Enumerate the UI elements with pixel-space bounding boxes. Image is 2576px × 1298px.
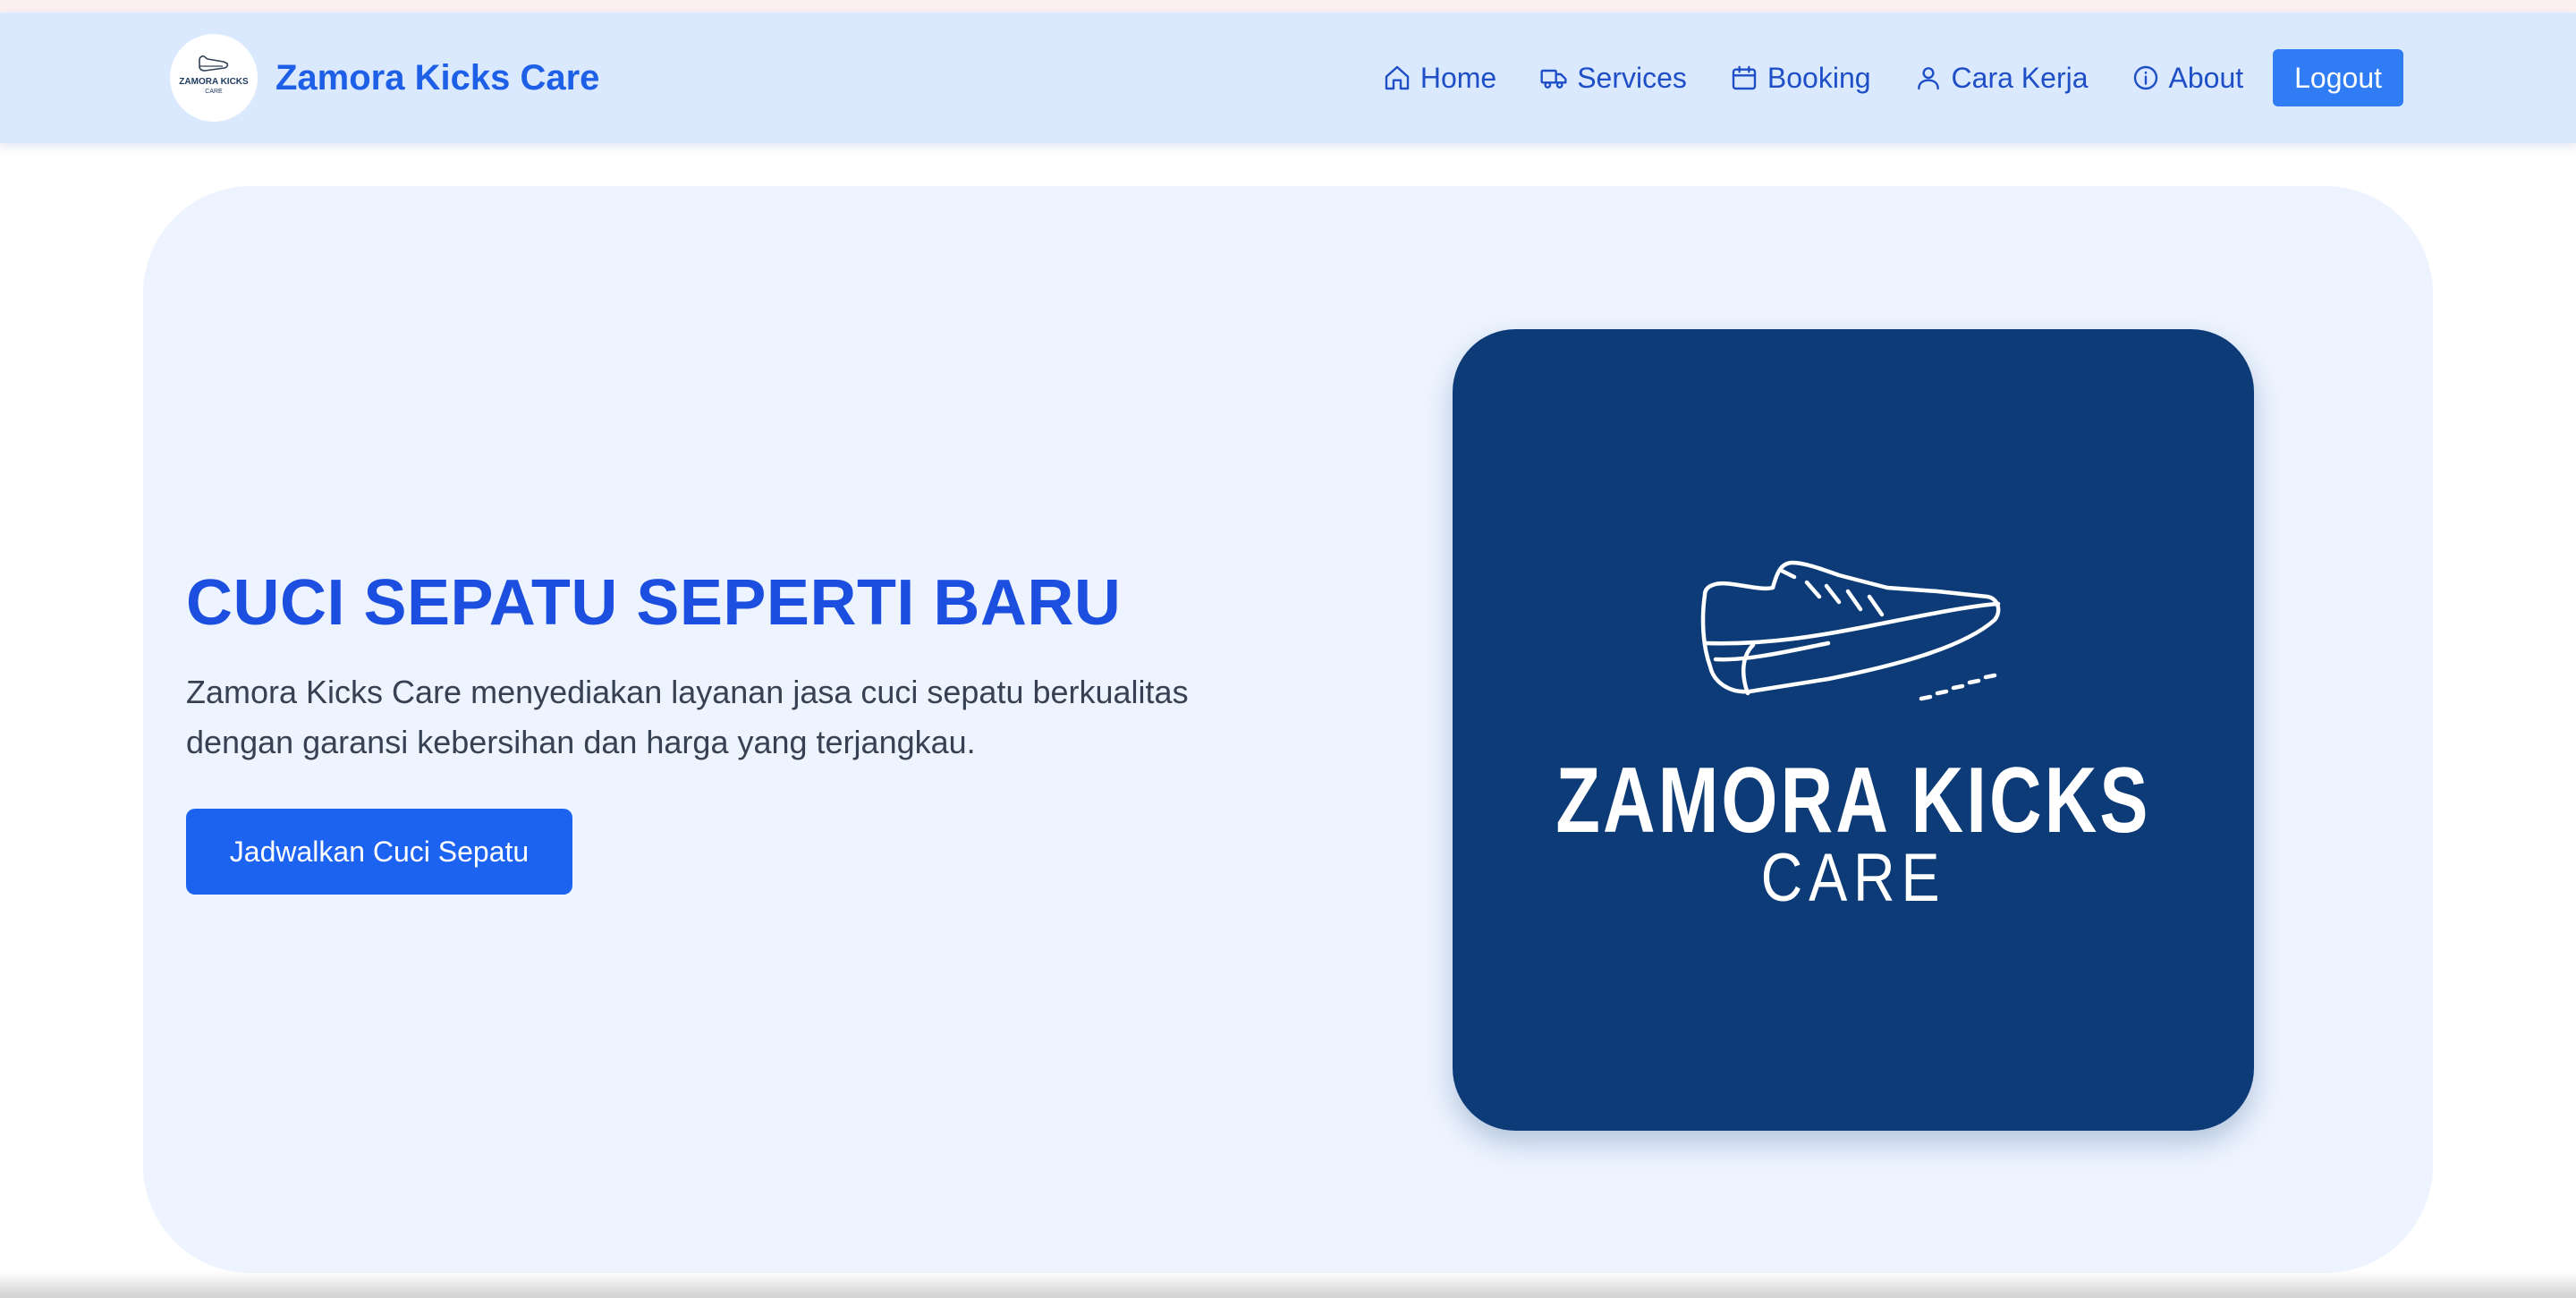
user-icon (1917, 67, 1939, 90)
truck-icon (1540, 69, 1567, 89)
calendar-icon (1732, 65, 1757, 90)
bottom-shadow (0, 1271, 2576, 1298)
nav-about-link[interactable]: About (2131, 61, 2244, 95)
nav-about-label: About (2168, 61, 2244, 94)
logout-button[interactable]: Logout (2273, 49, 2403, 106)
nav-booking-label: Booking (1767, 61, 1871, 94)
home-icon (1385, 65, 1410, 90)
brand-logo-image: ZAMORA KICKS CARE (179, 55, 249, 95)
hero-logo-card: ZAMORA KICKS CARE (1453, 329, 2254, 1131)
logo-card-subtitle: CARE (1760, 840, 1946, 916)
brand[interactable]: ZAMORA KICKS CARE Zamora Kicks Care (170, 34, 599, 122)
nav-booking-link[interactable]: Booking (1730, 62, 1871, 95)
nav-cara-kerja-label: Cara Kerja (1951, 61, 2089, 94)
nav-home-label: Home (1419, 61, 1497, 94)
hero-section: CUCI SEPATU SEPERTI BARU Zamora Kicks Ca… (143, 186, 2433, 1273)
nav-home-link[interactable]: Home (1383, 62, 1496, 95)
hero-description: Zamora Kicks Care menyediakan layanan ja… (186, 674, 1189, 760)
top-strip (0, 0, 2576, 13)
brand-name: Zamora Kicks Care (275, 57, 600, 98)
info-icon (2133, 65, 2157, 90)
nav-services-link[interactable]: Services (1539, 62, 1687, 95)
navbar: ZAMORA KICKS CARE Zamora Kicks Care Home… (0, 13, 2576, 143)
nav-links: Home Services Booking Cara Kerja About L… (1383, 49, 2403, 106)
shoe-icon (1700, 560, 2001, 701)
brand-logo: ZAMORA KICKS CARE (170, 34, 258, 122)
hero-title: CUCI SEPATU SEPERTI BARU (186, 567, 1122, 639)
nav-cara-kerja-link[interactable]: Cara Kerja (1914, 62, 2089, 95)
brand-logo-subtext: CARE (205, 89, 223, 95)
nav-services-label: Services (1577, 61, 1687, 94)
schedule-wash-button[interactable]: Jadwalkan Cuci Sepatu (186, 809, 572, 895)
brand-logo-text: ZAMORA KICKS (179, 77, 249, 87)
